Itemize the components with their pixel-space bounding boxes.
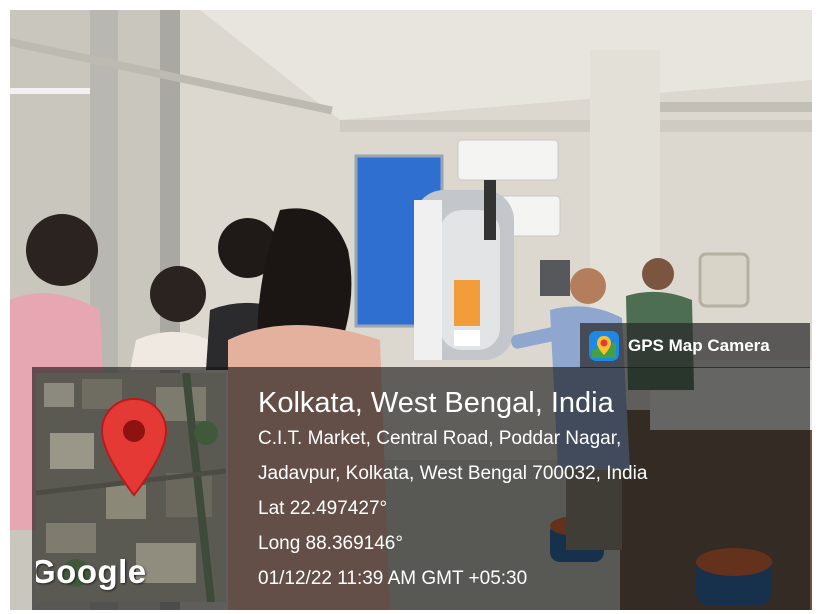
ceiling-trim — [340, 120, 812, 132]
map-pin-camera-icon — [589, 330, 619, 361]
map-thumbnail: Google — [36, 373, 226, 602]
nmr-probe-stand — [484, 180, 496, 240]
map-marker-icon — [100, 397, 168, 497]
address-line-2: Jadavpur, Kolkata, West Bengal 700032, I… — [258, 463, 648, 484]
location-details: Kolkata, West Bengal, India C.I.T. Marke… — [258, 385, 647, 596]
air-conditioner-1 — [457, 139, 559, 181]
latitude: Lat 22.497427° — [258, 498, 388, 519]
timestamp: 01/12/22 11:39 AM GMT +05:30 — [258, 568, 528, 589]
electrical-box — [540, 260, 570, 296]
longitude: Long 88.369146° — [258, 533, 403, 554]
person-left-1-head — [26, 214, 98, 286]
gps-camera-badge: GPS Map Camera — [580, 323, 810, 368]
map-brand-logo: Google — [36, 553, 147, 590]
address-line-1: C.I.T. Market, Central Road, Poddar Naga… — [258, 428, 622, 449]
badge-label: GPS Map Camera — [628, 335, 770, 355]
person-left-2-head — [150, 266, 206, 322]
person-instructor-head — [570, 268, 606, 304]
ceiling-light — [10, 88, 90, 94]
photo-frame: GPS Map Camera Google Kolkata, West Beng… — [10, 10, 812, 610]
wall-mirror — [698, 252, 750, 308]
nmr-side-panel — [414, 200, 442, 360]
location-info-panel: Google Kolkata, West Bengal, India C.I.T… — [32, 367, 810, 610]
warning-label — [454, 280, 480, 326]
person-student-head — [642, 258, 674, 290]
notice-label — [454, 330, 480, 346]
location-title: Kolkata, West Bengal, India — [258, 387, 614, 419]
